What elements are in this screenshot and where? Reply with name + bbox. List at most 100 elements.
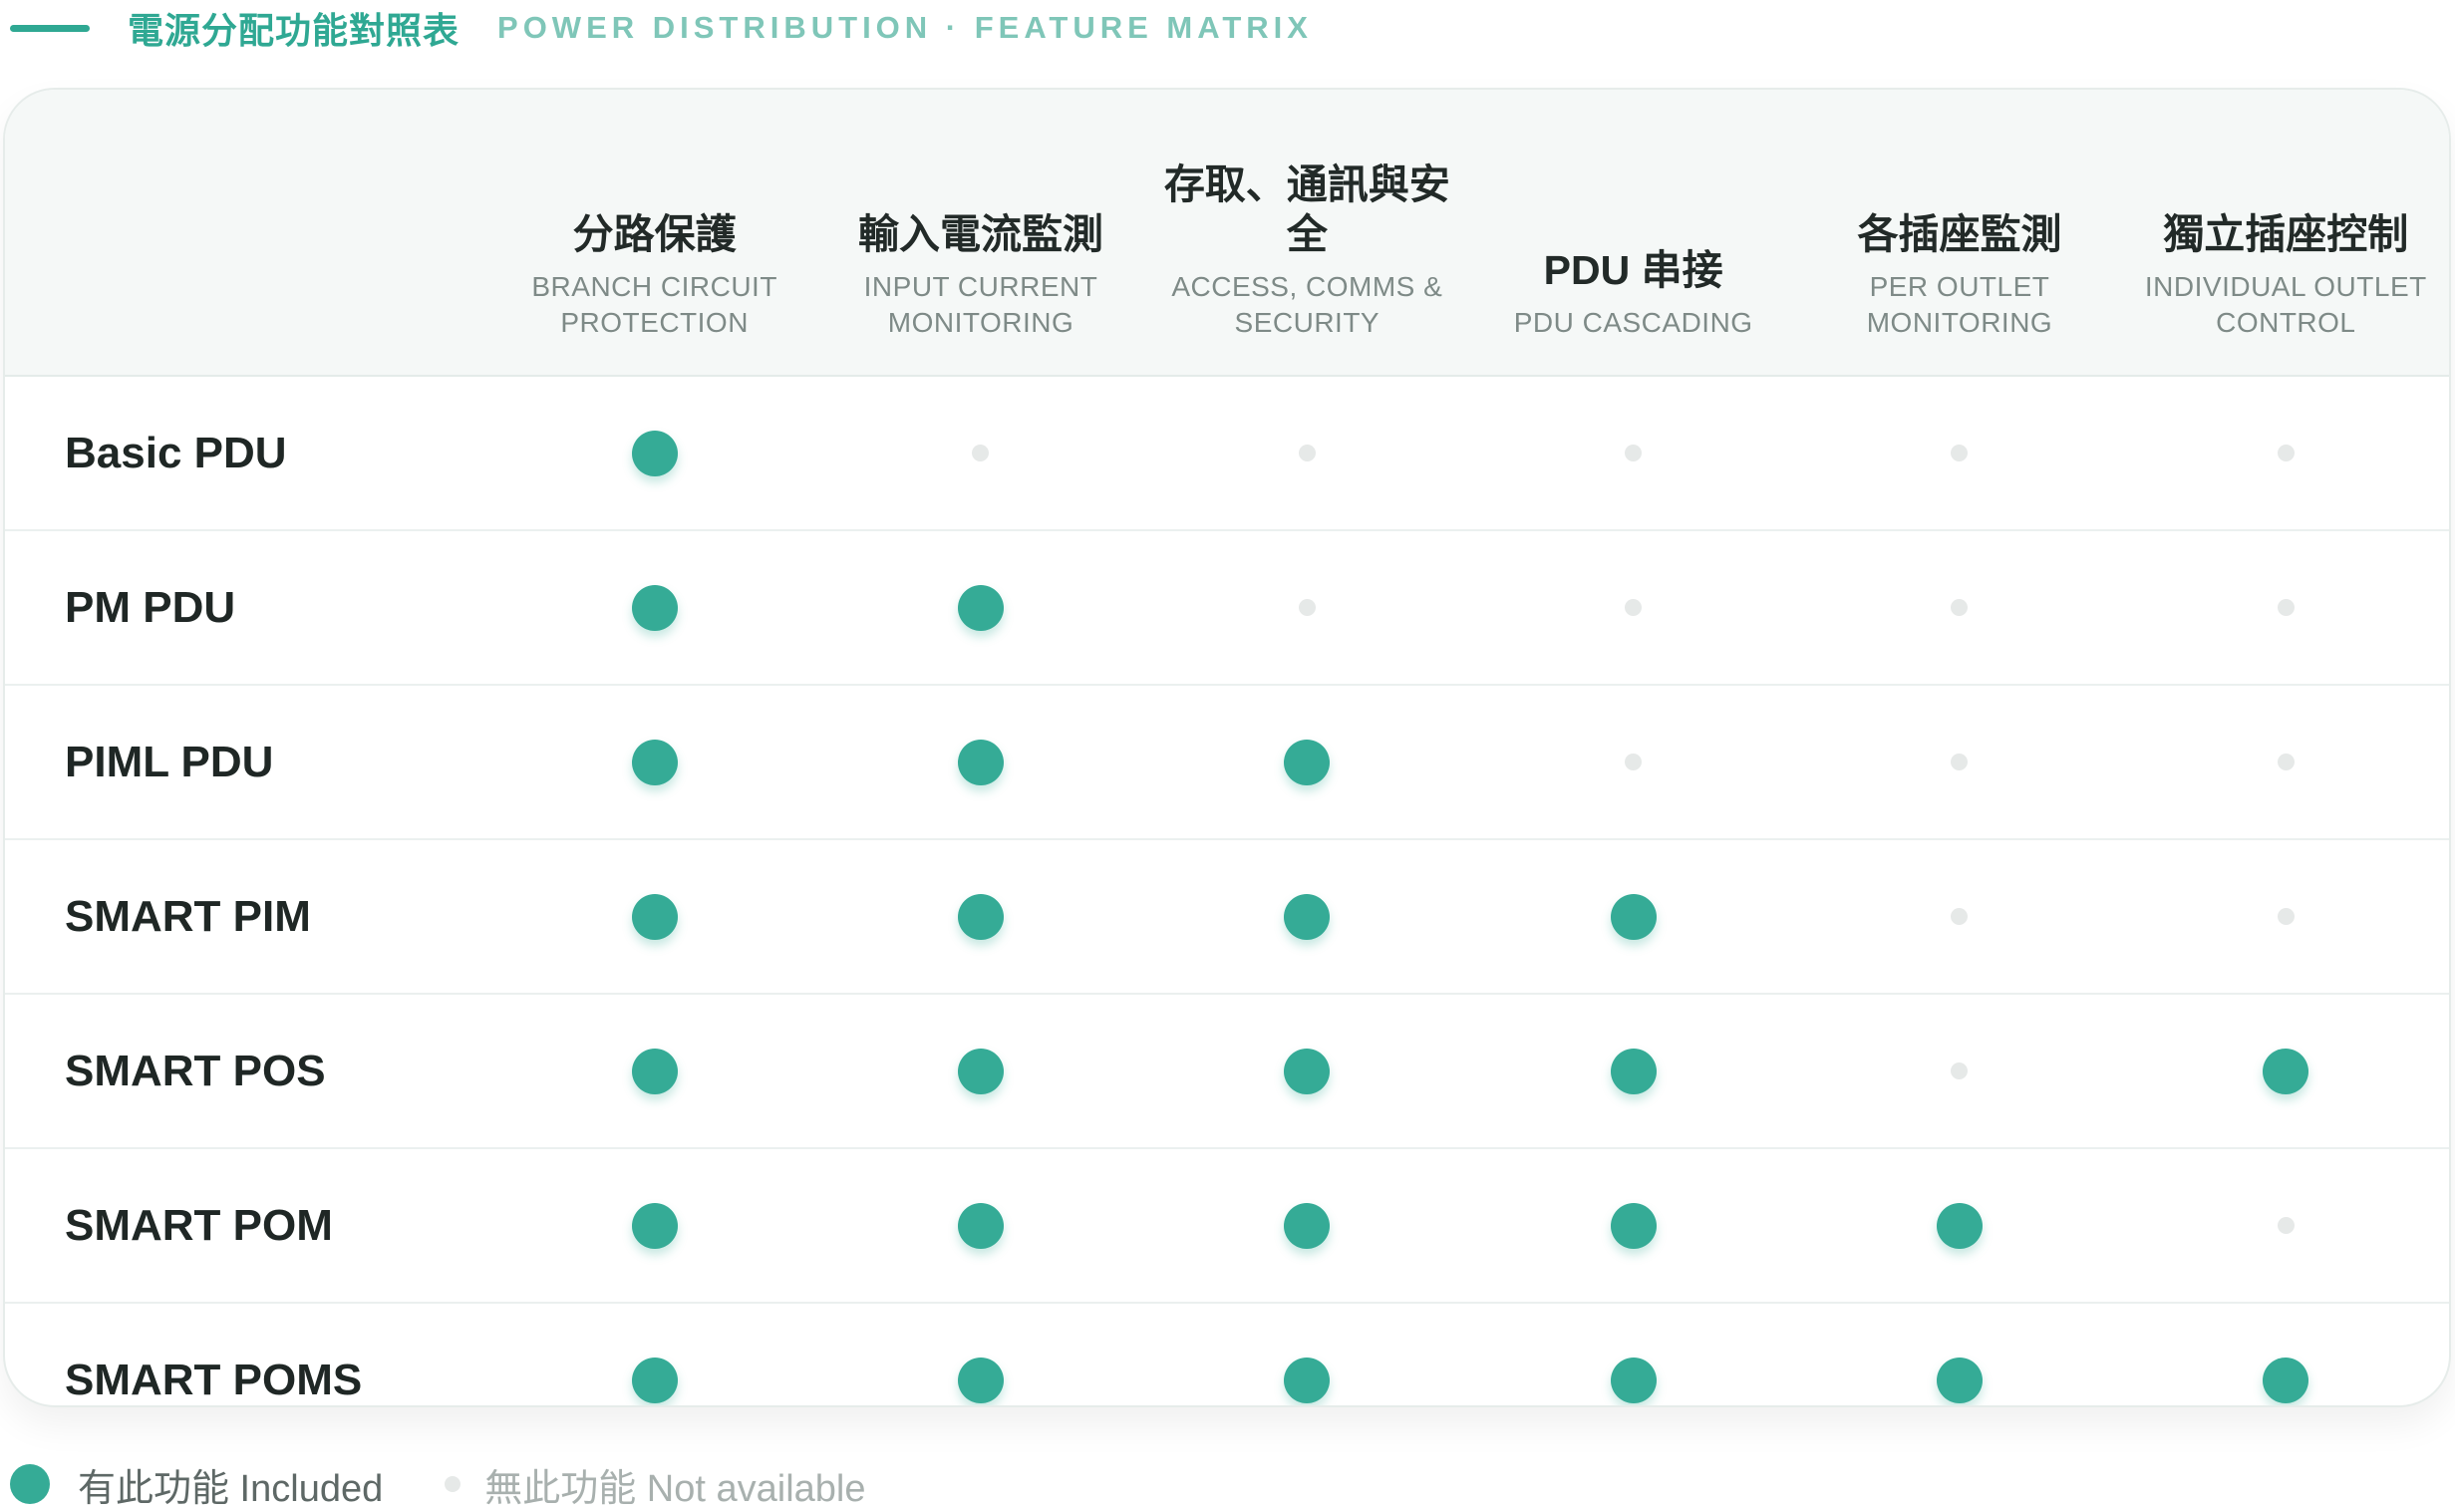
included-dot-icon: [957, 1357, 1004, 1403]
included-dot-icon: [631, 1048, 678, 1094]
included-dot-icon: [957, 1202, 1004, 1249]
feature-cell: [2122, 376, 2449, 531]
column-header: 輸入電流監測 INPUT CURRENT MONITORING: [817, 90, 1144, 377]
included-dot-icon: [1936, 1357, 1983, 1403]
feature-cell: [2122, 685, 2449, 840]
column-header-zh: 各插座監測: [1857, 211, 2062, 257]
product-name: SMART POM: [5, 1148, 491, 1304]
feature-cell: [1796, 685, 2123, 840]
feature-matrix-table: 分路保護 BRANCH CIRCUIT PROTECTION 輸入電流監測 INPUT…: [5, 90, 2449, 1405]
included-dot-icon: [631, 739, 678, 785]
table-row: SMART PIM: [5, 839, 2449, 995]
page-title-en: POWER DISTRIBUTION · FEATURE MATRIX: [497, 10, 1313, 45]
included-dot-icon: [1610, 1048, 1657, 1094]
included-dot-icon: [631, 1202, 678, 1249]
product-name: PIML PDU: [5, 685, 491, 840]
column-header: 各插座監測 PER OUTLET MONITORING: [1796, 90, 2123, 377]
not-available-dot-icon: [1625, 444, 1643, 461]
column-header-zh: PDU 串接: [1543, 247, 1723, 293]
not-available-dot-icon: [1951, 598, 1969, 616]
not-available-dot-icon: [1625, 598, 1643, 616]
feature-cell: [1143, 530, 1470, 686]
feature-cell: [817, 530, 1144, 686]
not-available-dot-icon: [1625, 753, 1643, 770]
header-accent-line: [10, 24, 90, 32]
feature-cell: [491, 1148, 818, 1304]
feature-cell: [817, 685, 1144, 840]
table-header-row: 分路保護 BRANCH CIRCUIT PROTECTION 輸入電流監測 INPUT…: [5, 90, 2449, 377]
not-available-dot-icon: [1298, 598, 1316, 616]
not-available-dot-icon: [2277, 444, 2295, 461]
included-dot-icon: [631, 1357, 678, 1403]
page-header: 電源分配功能對照表 POWER DISTRIBUTION · FEATURE M…: [0, 0, 1313, 56]
table-corner-cell: [5, 90, 491, 377]
included-dot-icon: [1284, 1357, 1331, 1403]
feature-cell: [2122, 1148, 2449, 1304]
feature-cell: [491, 685, 818, 840]
feature-cell: [817, 994, 1144, 1149]
included-dot-icon: [957, 739, 1004, 785]
feature-cell: [1796, 994, 2123, 1149]
feature-cell: [491, 839, 818, 995]
included-dot-icon: [1284, 739, 1331, 785]
included-dot-icon: [1610, 893, 1657, 940]
feature-cell: [2123, 1303, 2449, 1405]
feature-cell: [1469, 376, 1797, 531]
not-available-dot-icon: [972, 444, 990, 461]
feature-matrix-card: 分路保護 BRANCH CIRCUIT PROTECTION 輸入電流監測 INPUT…: [3, 88, 2451, 1407]
not-available-dot-icon: [1951, 907, 1969, 925]
legend-included-dot-icon: [10, 1464, 50, 1504]
table-body: Basic PDU PM PDU PIML PDU SMART PIM SMART PO…: [5, 376, 2449, 1405]
page-title-zh: 電源分配功能對照表: [128, 10, 460, 51]
included-dot-icon: [2263, 1048, 2309, 1094]
not-available-dot-icon: [2277, 753, 2295, 770]
feature-cell: [2122, 994, 2449, 1149]
legend-not-available-label: 無此功能 Not available: [484, 1467, 866, 1510]
included-dot-icon: [1284, 893, 1331, 940]
product-name: SMART PIM: [5, 839, 491, 995]
column-header-zh: 存取、通訊與安全: [1163, 161, 1450, 257]
legend: 有此功能 Included 無此功能 Not available: [10, 1459, 866, 1510]
feature-cell: [1796, 839, 2123, 995]
not-available-dot-icon: [2277, 1216, 2295, 1234]
column-header-en: INPUT CURRENT MONITORING: [863, 271, 1098, 338]
table-row: SMART POS: [5, 994, 2449, 1149]
table-row: PM PDU: [5, 530, 2449, 686]
included-dot-icon: [957, 893, 1004, 940]
included-dot-icon: [631, 430, 678, 476]
column-header-en: ACCESS, COMMS & SECURITY: [1171, 271, 1443, 338]
feature-cell: [1143, 1148, 1470, 1304]
included-dot-icon: [1284, 1202, 1331, 1249]
included-dot-icon: [957, 584, 1004, 631]
included-dot-icon: [957, 1048, 1004, 1094]
included-dot-icon: [631, 584, 678, 631]
table-row: PIML PDU: [5, 685, 2449, 840]
column-header-en: INDIVIDUAL OUTLET CONTROL: [2144, 271, 2427, 338]
product-name: SMART POMS: [65, 1355, 363, 1404]
not-available-dot-icon: [1951, 1061, 1969, 1079]
column-header: 分路保護 BRANCH CIRCUIT PROTECTION: [491, 90, 818, 377]
product-name: SMART POS: [5, 994, 491, 1149]
included-dot-icon: [1610, 1357, 1657, 1403]
feature-cell: [1469, 1148, 1797, 1304]
feature-cell: [1143, 685, 1470, 840]
not-available-dot-icon: [2277, 598, 2295, 616]
not-available-dot-icon: [2277, 907, 2295, 925]
included-dot-icon: [1610, 1202, 1657, 1249]
table-row: SMART POM: [5, 1148, 2449, 1304]
feature-cell: [1796, 530, 2123, 686]
included-dot-icon: [631, 893, 678, 940]
product-name: PM PDU: [5, 530, 491, 686]
feature-cell: [1143, 994, 1470, 1149]
not-available-dot-icon: [1951, 444, 1969, 461]
feature-cell: [1796, 1303, 2122, 1405]
not-available-dot-icon: [1298, 444, 1316, 461]
table-row: SMART POMS: [5, 1303, 2449, 1405]
feature-cell: [1796, 1148, 2123, 1304]
feature-cell: [1469, 685, 1797, 840]
feature-cell: [1470, 1303, 1796, 1405]
table-row: Basic PDU: [5, 376, 2449, 531]
column-header-en: PDU CASCADING: [1513, 307, 1753, 338]
legend-included-label: 有此功能 Included: [78, 1467, 384, 1510]
feature-cell: [1469, 839, 1797, 995]
